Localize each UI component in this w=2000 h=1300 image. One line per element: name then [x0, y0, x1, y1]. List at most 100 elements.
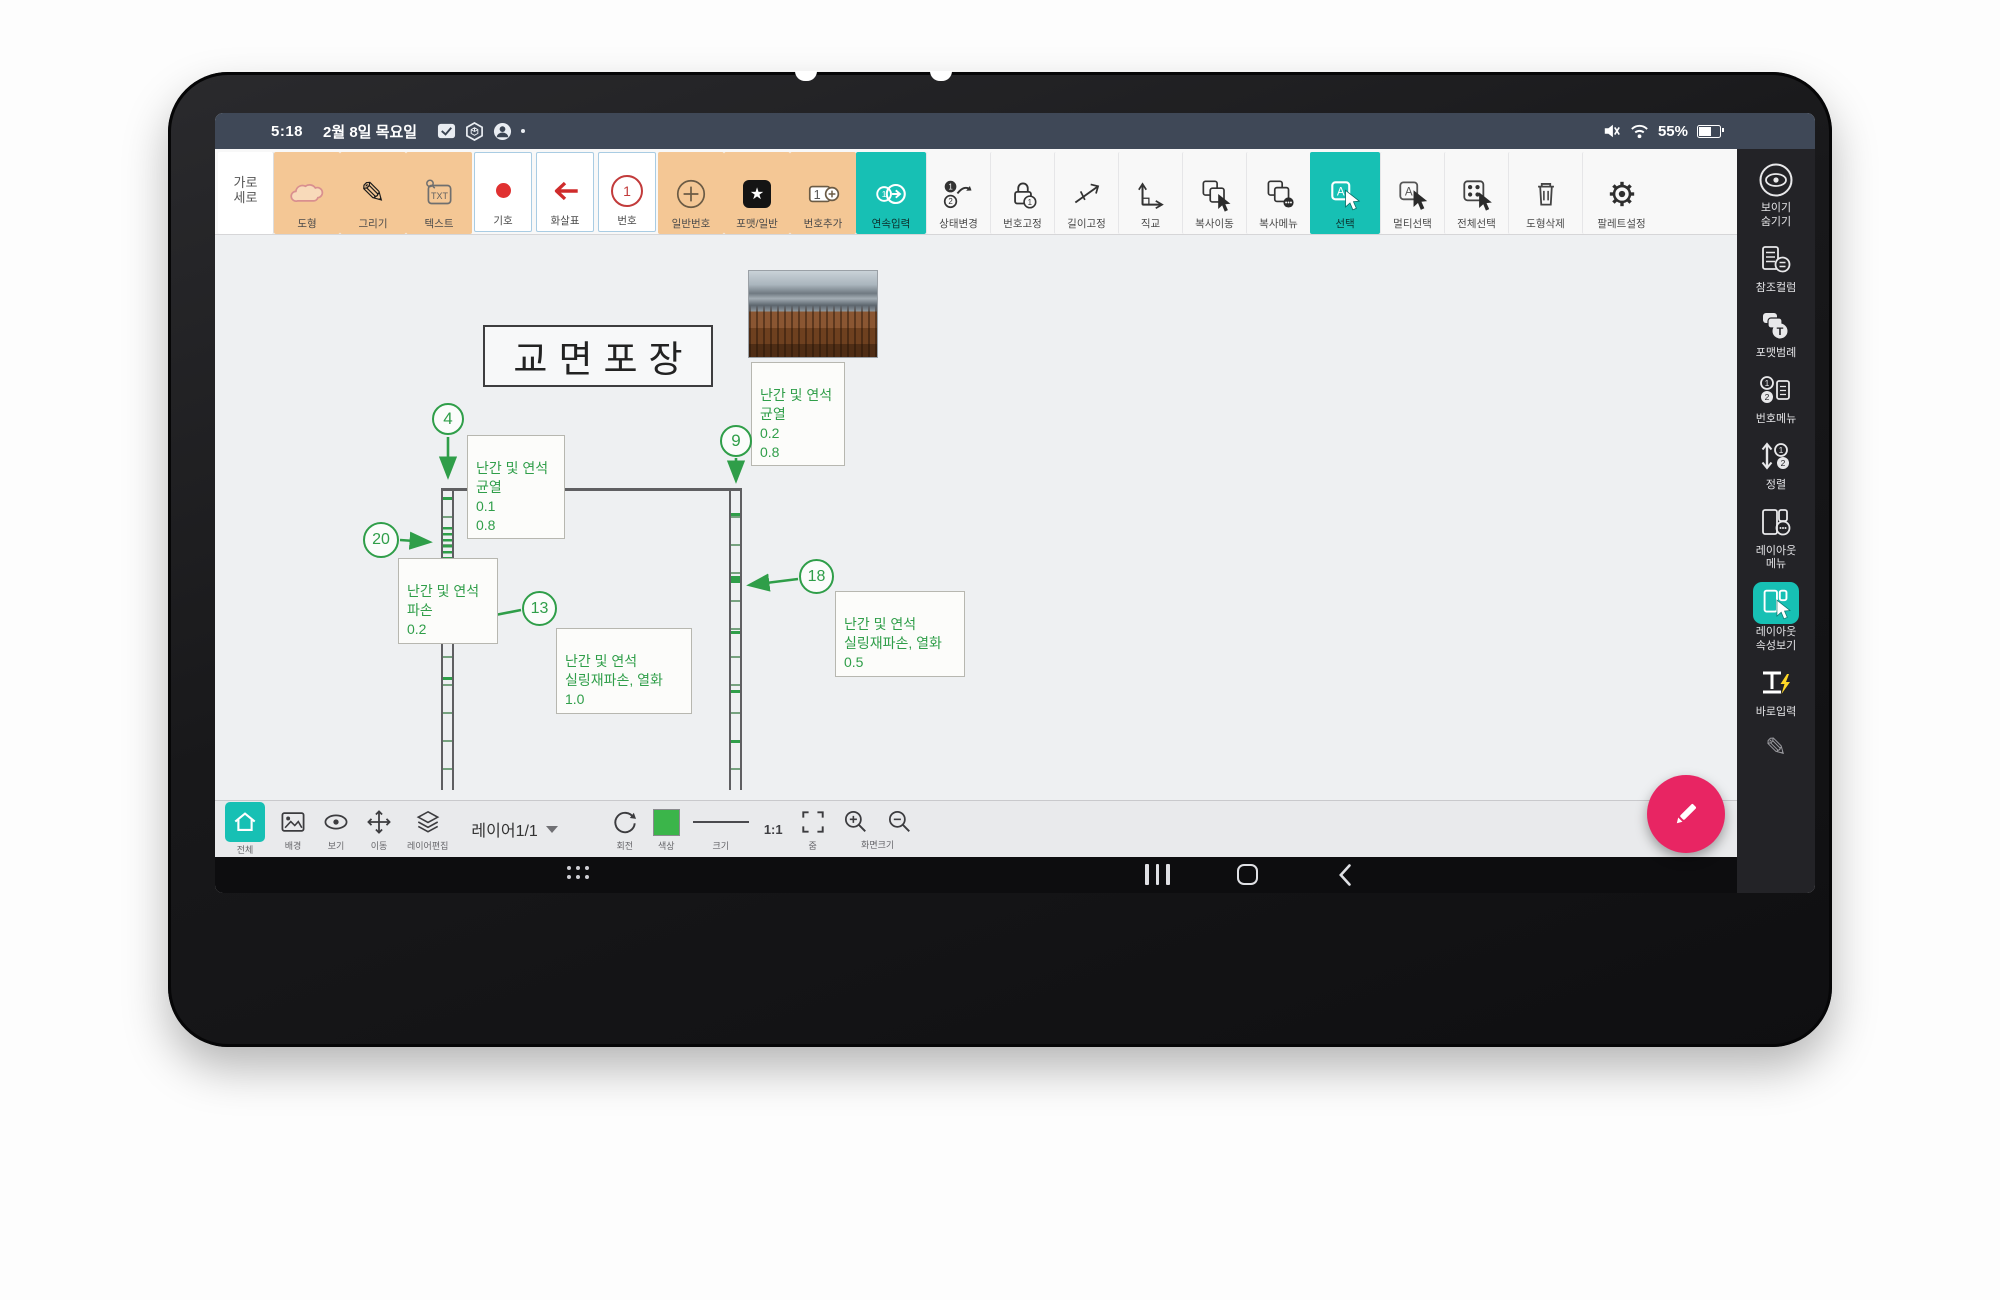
- toolbar-button-continuous-input[interactable]: 1 연속입력: [856, 152, 926, 234]
- image-icon: [278, 806, 308, 838]
- toolbar-button-arrow[interactable]: 화살표: [536, 152, 594, 232]
- person-notification-icon: [493, 122, 512, 141]
- bottom-label: 레이어편집: [407, 839, 448, 852]
- sidebar-item-layout-properties[interactable]: 레이아웃 속성보기: [1737, 579, 1815, 657]
- toolbar-button-shape[interactable]: 도형: [274, 152, 340, 234]
- expand-icon: [798, 806, 828, 838]
- bottom-button-rotate[interactable]: 회전: [610, 806, 640, 852]
- marker-9[interactable]: 9: [720, 425, 752, 457]
- toolbar-button-copy-menu[interactable]: 복사메뉴: [1246, 152, 1310, 234]
- toolbar-button-select-all[interactable]: 전체선택: [1444, 152, 1508, 234]
- toolbar-button-text[interactable]: TXT 텍스트: [406, 152, 472, 234]
- right-railing[interactable]: [729, 490, 742, 790]
- status-bar[interactable]: 5:18 2월 8일 목요일 55%: [215, 113, 1815, 149]
- sidebar-item-number-menu[interactable]: 12 번호메뉴: [1737, 368, 1815, 430]
- toolbar-button-orientation[interactable]: 가로 세로: [218, 152, 274, 234]
- toolbar-label: 길이고정: [1067, 218, 1106, 230]
- chevron-down-icon: [546, 826, 558, 833]
- toolbar-button-number[interactable]: 1 번호: [598, 152, 656, 232]
- toolbar-button-ortho[interactable]: 직교: [1118, 152, 1182, 234]
- home-icon: [225, 802, 265, 842]
- toolbar-button-copy-move[interactable]: 복사이동: [1182, 152, 1246, 234]
- cloud-icon: [289, 172, 325, 216]
- toolbar-button-draw[interactable]: ✎ 그리기: [340, 152, 406, 234]
- defect-note-photo[interactable]: 난간 및 연석 균열 0.2 0.8: [751, 362, 845, 466]
- home-button[interactable]: [1237, 864, 1258, 885]
- copy-move-icon: [1197, 172, 1233, 216]
- bottom-button-screen-size[interactable]: 화면크기: [841, 807, 915, 851]
- note-text: 난간 및 연석 균열 0.2 0.8: [760, 387, 832, 460]
- toolbar-label: 번호고정: [1003, 218, 1042, 230]
- zoom-out-icon[interactable]: [885, 807, 915, 837]
- sidebar-item-direct-input[interactable]: 바로입력: [1737, 661, 1815, 723]
- camera-notch: [795, 71, 817, 81]
- keyboard-dots-icon[interactable]: [567, 866, 589, 879]
- green-mark: [731, 740, 740, 743]
- bottom-button-move[interactable]: 이동: [364, 806, 394, 852]
- bottom-button-size[interactable]: 크기: [693, 806, 749, 852]
- notification-icons: [437, 122, 525, 141]
- bottom-label: 화면크기: [861, 838, 894, 851]
- back-button[interactable]: [1333, 862, 1359, 888]
- sidebar-item-format-legend[interactable]: T 포맷범례: [1737, 302, 1815, 364]
- eye-icon: [1756, 160, 1796, 200]
- svg-text:A: A: [1337, 186, 1345, 199]
- toolbar-button-palette-settings[interactable]: 팔레트설정: [1582, 152, 1660, 234]
- toolbar-button-number-lock[interactable]: 1 번호고정: [990, 152, 1054, 234]
- diagram-title-box[interactable]: 교면포장: [483, 325, 713, 387]
- toolbar-button-multi-select[interactable]: A 멀티선택: [1380, 152, 1444, 234]
- sidebar-item-show-hide[interactable]: 보이기 숨기기: [1737, 157, 1815, 233]
- photo-thumbnail[interactable]: [748, 270, 878, 358]
- note-text: 난간 및 연석 실링재파손, 열화 1.0: [565, 653, 663, 707]
- marker-number: 20: [372, 531, 390, 549]
- defect-note-18[interactable]: 난간 및 연석 실링재파손, 열화 0.5: [835, 591, 965, 677]
- defect-note-13[interactable]: 난간 및 연석 실링재파손, 열화 1.0: [556, 628, 692, 714]
- svg-text:T: T: [1777, 326, 1784, 338]
- toolbar-button-status-change[interactable]: 12 상태변경: [926, 152, 990, 234]
- draw-fab-button[interactable]: [1647, 775, 1725, 853]
- layer-selector[interactable]: 레이어1/1: [471, 817, 557, 841]
- dot-icon: [496, 169, 511, 213]
- svg-text:1: 1: [814, 188, 821, 202]
- sidebar-label: 번호메뉴: [1756, 413, 1796, 427]
- marker-4[interactable]: 4: [432, 403, 464, 435]
- sidebar-label: 바로입력: [1756, 706, 1796, 720]
- toolbar-button-delete-shape[interactable]: 도형삭제: [1508, 152, 1582, 234]
- marker-13[interactable]: 13: [522, 591, 557, 626]
- sidebar-label: 참조컬럼: [1756, 282, 1796, 296]
- toolbar-button-select[interactable]: A 선택: [1310, 152, 1380, 234]
- bottom-label: 회전: [617, 839, 634, 852]
- recents-button[interactable]: [1145, 864, 1170, 885]
- toolbar-button-general-number[interactable]: 일반번호: [658, 152, 724, 234]
- bottom-button-layer-edit[interactable]: 레이어편집: [407, 806, 448, 852]
- bottom-button-color[interactable]: 색상: [653, 806, 680, 852]
- marker-number: 18: [808, 568, 826, 586]
- arrow-left-icon: [547, 169, 583, 213]
- defect-note-4[interactable]: 난간 및 연석 균열 0.1 0.8: [467, 435, 565, 539]
- sidebar-item-reference-column[interactable]: 참조컬럼: [1737, 237, 1815, 299]
- toolbar-button-symbol[interactable]: 기호: [474, 152, 532, 232]
- toolbar-label: 복사이동: [1195, 218, 1234, 230]
- check-notification-icon: [437, 122, 456, 141]
- txt-icon: TXT: [421, 172, 457, 216]
- tablet-frame: 5:18 2월 8일 목요일 55% 가로 세로: [168, 72, 1832, 1047]
- bottom-button-view[interactable]: 보기: [321, 806, 351, 852]
- bottom-button-zoom-fit[interactable]: 줌: [798, 806, 828, 852]
- stylus-pencil-icon[interactable]: ✎: [1765, 732, 1787, 763]
- sidebar-item-sort[interactable]: 12 정렬: [1737, 434, 1815, 496]
- bottom-button-fit-all[interactable]: 전체: [225, 802, 265, 856]
- toolbar-button-add-number[interactable]: 1 번호추가: [790, 152, 856, 234]
- zoom-in-icon[interactable]: [841, 807, 871, 837]
- sidebar-item-layout-menu[interactable]: 레이아웃 메뉴: [1737, 500, 1815, 576]
- toolbar-button-format-general[interactable]: ★ 포맷/일반: [724, 152, 790, 234]
- marker-18[interactable]: 18: [799, 559, 834, 594]
- bottom-button-background[interactable]: 배경: [278, 806, 308, 852]
- svg-text:1: 1: [1779, 445, 1784, 455]
- defect-note-20[interactable]: 난간 및 연석 파손 0.2: [398, 558, 498, 644]
- move-icon: [364, 806, 394, 838]
- marker-20[interactable]: 20: [363, 522, 399, 558]
- select-all-icon: [1459, 172, 1495, 216]
- drawing-canvas[interactable]: 교면포장 난간 및 연석 균열 0.2 0.8: [215, 235, 1737, 800]
- toolbar-button-length-lock[interactable]: 길이고정: [1054, 152, 1118, 234]
- wifi-icon: [1630, 123, 1649, 139]
